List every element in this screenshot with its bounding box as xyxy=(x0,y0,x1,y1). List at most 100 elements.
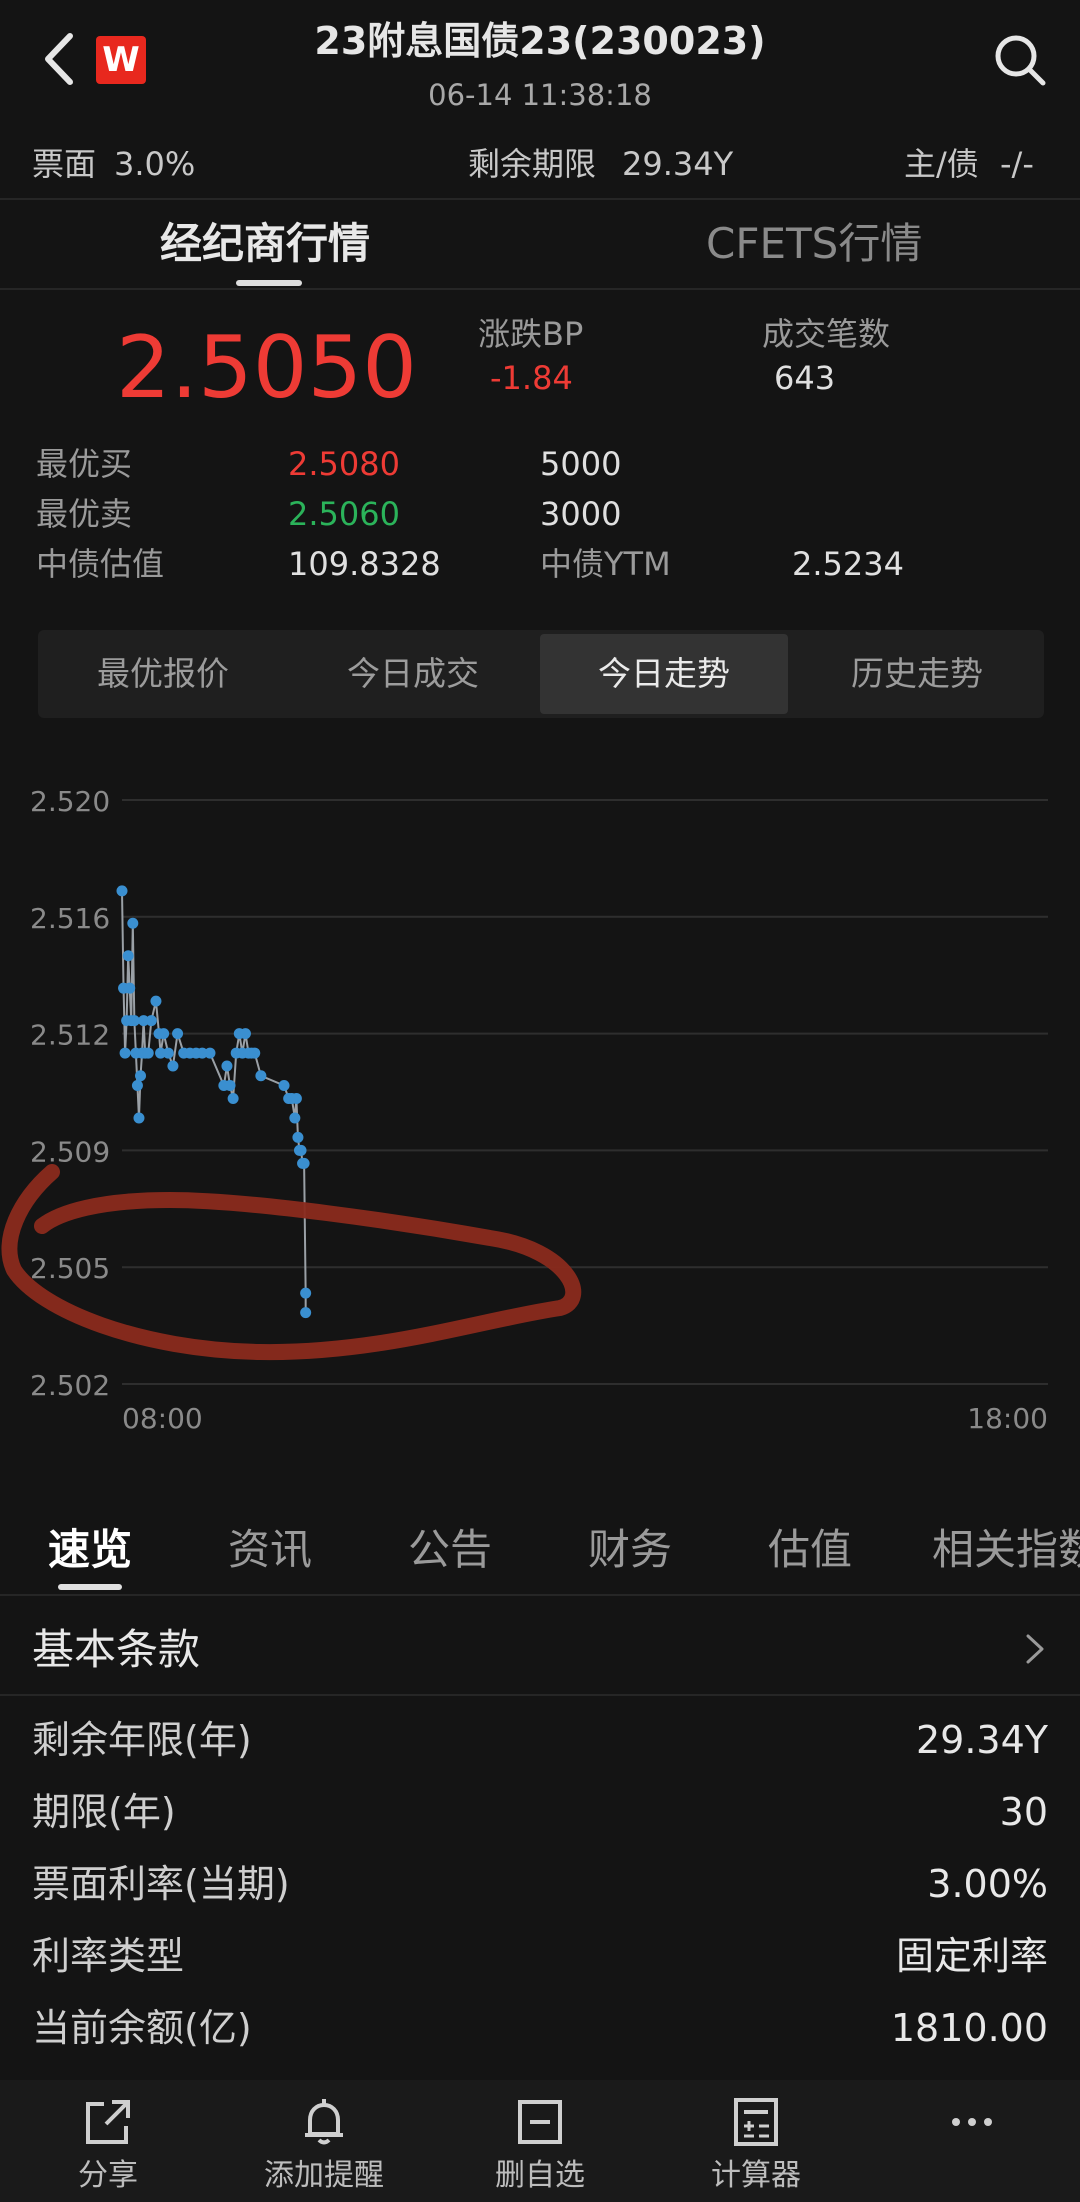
subtab-overview[interactable]: 速览 xyxy=(48,1518,132,1582)
trade-point xyxy=(162,1047,174,1059)
trade-point xyxy=(131,1080,143,1092)
term-row-label: 票面利率(当期) xyxy=(32,1862,290,1906)
best-bid-label: 最优买 xyxy=(36,445,133,483)
seg-today-trades[interactable]: 今日成交 xyxy=(288,630,538,718)
valuation-label: 中债估值 xyxy=(36,545,165,583)
share-icon xyxy=(86,2100,130,2144)
add-alert-label: 添加提醒 xyxy=(264,2158,384,2193)
term-row-value: 1810.00 xyxy=(890,2006,1048,2050)
bell-icon xyxy=(305,2099,343,2145)
more-icon xyxy=(952,2118,992,2126)
subtab-announcements[interactable]: 公告 xyxy=(408,1518,492,1582)
best-ask-price: 2.5060 xyxy=(288,495,400,533)
seg-history-trend[interactable]: 历史走势 xyxy=(792,630,1042,718)
subtab-valuation[interactable]: 估值 xyxy=(768,1518,852,1582)
seg-best-quotes[interactable]: 最优报价 xyxy=(38,630,288,718)
best-bid-volume: 5000 xyxy=(540,445,622,483)
trade-point xyxy=(224,1080,236,1092)
search-button[interactable] xyxy=(992,32,1048,88)
active-subtab-indicator xyxy=(58,1584,122,1590)
subtab-related-indices[interactable]: 相关指数 xyxy=(932,1518,1080,1582)
trade-count-value: 643 xyxy=(774,359,836,397)
tab-cfets-quotes[interactable]: CFETS行情 xyxy=(706,214,922,274)
trade-point xyxy=(249,1047,261,1059)
trade-point xyxy=(289,1112,301,1124)
trade-point xyxy=(300,1287,312,1299)
term-row-value: 29.34Y xyxy=(916,1718,1048,1762)
coupon-value: 3.0% xyxy=(114,145,196,183)
y-tick-label: 2.516 xyxy=(30,902,110,935)
tab-broker-quotes[interactable]: 经纪商行情 xyxy=(160,214,370,274)
seg-today-trend[interactable]: 今日走势 xyxy=(540,634,788,714)
y-tick-label: 2.509 xyxy=(30,1135,110,1168)
y-tick-label: 2.505 xyxy=(30,1252,110,1285)
best-ask-volume: 3000 xyxy=(540,495,622,533)
x-tick-label: 18:00 xyxy=(967,1402,1048,1435)
y-tick-label: 2.512 xyxy=(30,1019,110,1052)
x-tick-label: 08:00 xyxy=(122,1402,203,1435)
active-tab-indicator xyxy=(236,280,302,286)
best-ask-label: 最优卖 xyxy=(36,495,133,533)
trade-point xyxy=(292,1131,304,1143)
calculator-button[interactable]: 计算器 xyxy=(648,2080,864,2202)
term-row-label: 剩余年限(年) xyxy=(32,1718,252,1762)
calculator-icon xyxy=(734,2098,778,2146)
trade-point xyxy=(127,917,139,929)
intraday-chart-svg: 2.520 2.516 2.512 2.509 2.505 2.502 08:00 18:00 xyxy=(1,785,1048,1435)
trade-point xyxy=(239,1028,251,1040)
trade-point xyxy=(298,1157,310,1169)
trade-point xyxy=(290,1092,302,1104)
bond-info-bar: 票面 3.0% 剩余期限 29.34Y 主/债 -/- xyxy=(0,140,1080,200)
share-button[interactable]: 分享 xyxy=(0,2080,216,2202)
trade-point xyxy=(116,885,128,897)
basic-terms-title[interactable]: 基本条款 xyxy=(32,1620,200,1680)
trade-point xyxy=(295,1144,307,1156)
trade-point xyxy=(204,1047,216,1059)
term-row-value: 30 xyxy=(999,1790,1048,1834)
top-header: W 23附息国债23(230023) 06-14 11:38:18 xyxy=(0,0,1080,130)
divider xyxy=(0,1594,1080,1596)
trade-point xyxy=(142,1047,154,1059)
trade-point xyxy=(133,1112,145,1124)
subtab-news[interactable]: 资讯 xyxy=(228,1518,312,1582)
share-label: 分享 xyxy=(78,2158,138,2193)
search-icon xyxy=(995,35,1046,86)
remaining-term-label: 剩余期限 xyxy=(468,145,597,183)
ytm-value: 2.5234 xyxy=(792,545,904,583)
trade-point xyxy=(221,1060,233,1072)
term-row-label: 利率类型 xyxy=(32,1934,185,1978)
rating-value: -/- xyxy=(1000,145,1034,183)
trade-point xyxy=(119,1047,131,1059)
trade-point xyxy=(167,1060,179,1072)
remove-watchlist-button[interactable]: 删自选 xyxy=(432,2080,648,2202)
rating-label: 主/债 xyxy=(904,145,979,183)
trade-point xyxy=(150,995,162,1007)
price-line xyxy=(121,890,307,1313)
update-time: 06-14 11:38:18 xyxy=(428,78,652,112)
last-price: 2.5050 xyxy=(116,318,417,418)
calculator-label: 计算器 xyxy=(711,2158,801,2193)
divider xyxy=(0,1694,1080,1696)
trade-point xyxy=(122,950,134,962)
chevron-right-icon[interactable] xyxy=(1020,1624,1050,1674)
trade-point xyxy=(255,1070,267,1082)
add-alert-button[interactable]: 添加提醒 xyxy=(216,2080,432,2202)
bottom-action-bar: 分享 添加提醒 删自选 计算器 xyxy=(0,2080,1080,2202)
page-title: 23附息国债23(230023) xyxy=(314,19,766,63)
trade-point xyxy=(158,1028,170,1040)
trade-point xyxy=(145,1015,157,1027)
trade-point xyxy=(300,1307,312,1319)
view-segment-control: 最优报价 今日成交 今日走势 历史走势 xyxy=(38,630,1044,718)
trade-point xyxy=(172,1028,184,1040)
trade-point xyxy=(227,1092,239,1104)
intraday-chart: 2.520 2.516 2.512 2.509 2.505 2.502 08:00 18:00 xyxy=(0,760,1080,1460)
y-tick-label: 2.502 xyxy=(30,1369,110,1402)
subtab-financials[interactable]: 财务 xyxy=(588,1518,672,1582)
divider xyxy=(0,198,1080,200)
ytm-label: 中债YTM xyxy=(540,545,671,583)
more-button[interactable] xyxy=(864,2080,1080,2202)
trade-point xyxy=(124,982,136,994)
coupon-label: 票面 xyxy=(32,145,97,183)
remove-watchlist-label: 删自选 xyxy=(495,2158,585,2193)
change-bp-value: -1.84 xyxy=(490,359,573,397)
